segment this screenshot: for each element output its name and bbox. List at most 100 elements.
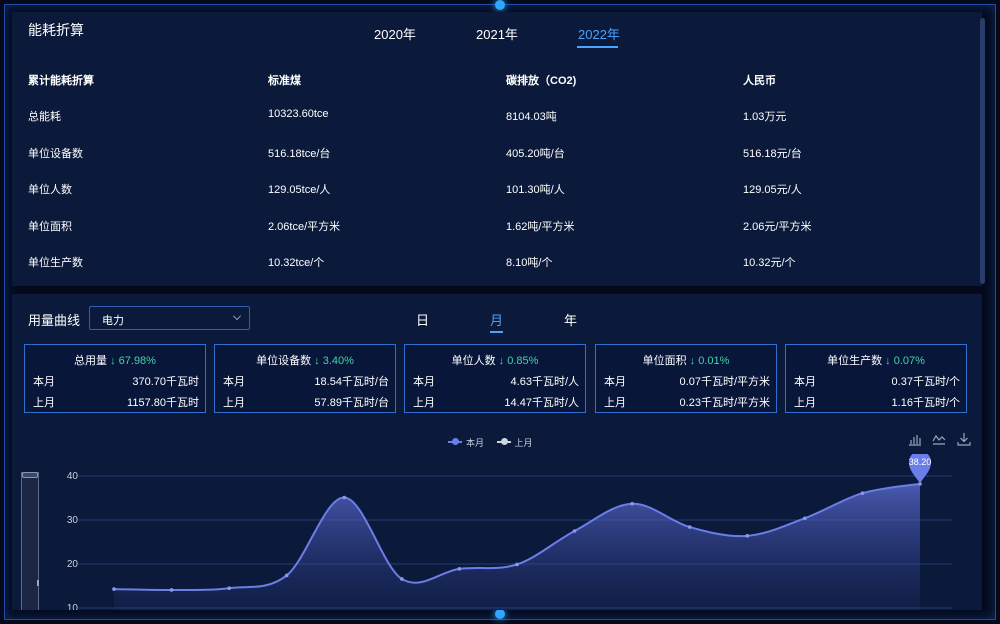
panel-title: 能耗折算 bbox=[28, 22, 84, 38]
table-cell: 516.18元/台 bbox=[743, 148, 802, 160]
current-label: 本月 bbox=[413, 376, 435, 388]
header-cell: 碳排放（CO2) bbox=[506, 75, 577, 87]
line-chart-icon[interactable] bbox=[932, 432, 946, 446]
data-point[interactable] bbox=[860, 491, 865, 495]
stat-card-per-output: 单位生产数 ↓ 0.07% 本月 0.37千瓦时/个 上月 1.16千瓦时/个 bbox=[785, 344, 967, 413]
previous-value: 1157.80千瓦时 bbox=[127, 397, 199, 409]
data-point[interactable] bbox=[400, 577, 404, 581]
tab-2022[interactable]: 2022年 bbox=[578, 24, 620, 43]
bottom-knob bbox=[495, 609, 505, 619]
stat-card-per-area: 单位面积 ↓ 0.01% 本月 0.07千瓦时/平方米 上月 0.23千瓦时/平方米 bbox=[595, 344, 777, 413]
chart-legend: 本月 上月 bbox=[448, 436, 543, 449]
header-cell: 标准煤 bbox=[268, 75, 301, 87]
table-row: 单位人数 129.05tce/人 101.30吨/人 129.05元/人 bbox=[12, 181, 982, 201]
select-value: 电力 bbox=[102, 315, 124, 327]
usage-curve-panel: 用量曲线 电力 日 月 年 总用量 ↓ 67.98% 本月 370.70千瓦时 上… bbox=[12, 294, 982, 610]
data-point[interactable] bbox=[169, 588, 174, 592]
download-icon[interactable] bbox=[957, 432, 971, 446]
vertical-scrollbar[interactable] bbox=[980, 18, 985, 284]
data-point[interactable] bbox=[112, 587, 116, 591]
current-label: 本月 bbox=[33, 376, 55, 388]
table-cell: 516.18tce/台 bbox=[268, 148, 331, 160]
table-row: 单位生产数 10.32tce/个 8.10吨/个 10.32元/个 bbox=[12, 254, 982, 274]
legend-marker bbox=[496, 438, 511, 445]
legend-previous-month[interactable]: 上月 bbox=[496, 436, 533, 449]
data-point[interactable] bbox=[572, 529, 577, 533]
table-cell: 1.62吨/平方米 bbox=[506, 221, 575, 233]
table-cell: 101.30吨/人 bbox=[506, 184, 565, 196]
table-cell: 10.32tce/个 bbox=[268, 257, 325, 269]
change-badge: ↓ 0.01% bbox=[689, 355, 730, 367]
energy-type-select[interactable]: 电力 bbox=[89, 306, 250, 330]
table-row: 单位设备数 516.18tce/台 405.20吨/台 516.18元/台 bbox=[12, 145, 982, 165]
card-title: 单位生产数 bbox=[827, 355, 883, 367]
table-cell: 8.10吨/个 bbox=[506, 257, 553, 269]
data-point[interactable] bbox=[457, 567, 462, 571]
table-row: 单位面积 2.06tce/平方米 1.62吨/平方米 2.06元/平方米 bbox=[12, 218, 982, 238]
tab-2020[interactable]: 2020年 bbox=[374, 24, 416, 43]
bar-chart-icon[interactable] bbox=[908, 432, 922, 446]
data-point[interactable] bbox=[630, 501, 634, 506]
previous-value: 1.16千瓦时/个 bbox=[891, 397, 960, 409]
usage-curve-label: 用量曲线 bbox=[28, 313, 81, 328]
stat-card-per-device: 单位设备数 ↓ 3.40% 本月 18.54千瓦时/台 上月 57.89千瓦时/台 bbox=[214, 344, 396, 413]
data-point[interactable] bbox=[803, 516, 807, 521]
previous-label: 上月 bbox=[413, 397, 435, 409]
change-badge: ↓ 0.07% bbox=[885, 355, 925, 367]
change-badge: ↓ 67.98% bbox=[110, 355, 156, 367]
tab-month[interactable]: 月 bbox=[490, 310, 503, 329]
table-header: 累计能耗折算 标准煤 碳排放（CO2) 人民币 bbox=[12, 72, 982, 92]
previous-value: 57.89千瓦时/台 bbox=[314, 397, 389, 409]
table-cell: 10323.60tce bbox=[268, 108, 329, 120]
header-cell: 人民币 bbox=[743, 75, 776, 87]
previous-label: 上月 bbox=[604, 397, 626, 409]
top-knob bbox=[495, 0, 505, 10]
card-title: 总用量 bbox=[74, 355, 108, 367]
current-label: 本月 bbox=[794, 376, 816, 388]
table-cell: 2.06元/平方米 bbox=[743, 221, 812, 233]
table-cell: 单位设备数 bbox=[28, 148, 83, 160]
max-pin-label: 38.20 bbox=[909, 457, 932, 467]
y-tick-label: 30 bbox=[67, 515, 79, 526]
tab-day[interactable]: 日 bbox=[416, 310, 429, 329]
data-point[interactable] bbox=[227, 586, 231, 590]
table-cell: 单位人数 bbox=[28, 184, 72, 196]
card-title: 单位设备数 bbox=[256, 355, 312, 367]
active-tab-underline bbox=[577, 46, 618, 48]
data-point[interactable] bbox=[745, 534, 750, 538]
stat-card-total: 总用量 ↓ 67.98% 本月 370.70千瓦时 上月 1157.80千瓦时 bbox=[24, 344, 206, 413]
data-point[interactable] bbox=[284, 573, 289, 578]
chevron-down-icon bbox=[233, 312, 241, 320]
y-tick-label: 10 bbox=[67, 603, 79, 610]
tab-2021[interactable]: 2021年 bbox=[476, 24, 518, 43]
table-cell: 10.32元/个 bbox=[743, 257, 796, 269]
previous-value: 14.47千瓦时/人 bbox=[504, 397, 579, 409]
legend-current-month[interactable]: 本月 bbox=[448, 436, 484, 449]
header-cell: 累计能耗折算 bbox=[28, 75, 94, 87]
previous-label: 上月 bbox=[223, 397, 245, 409]
table-cell: 405.20吨/台 bbox=[506, 148, 565, 160]
table-cell: 总能耗 bbox=[28, 111, 61, 123]
legend-label: 本月 bbox=[466, 438, 485, 448]
data-point[interactable] bbox=[342, 495, 347, 500]
previous-label: 上月 bbox=[33, 397, 55, 409]
chart-toolbox bbox=[908, 432, 977, 451]
data-point[interactable] bbox=[687, 525, 692, 529]
previous-label: 上月 bbox=[794, 397, 816, 409]
current-value: 4.63千瓦时/人 bbox=[510, 376, 579, 388]
series-area-current-month bbox=[114, 483, 920, 610]
current-value: 18.54千瓦时/台 bbox=[314, 376, 389, 388]
tab-year[interactable]: 年 bbox=[564, 310, 577, 329]
current-value: 0.37千瓦时/个 bbox=[891, 376, 960, 388]
legend-marker bbox=[448, 438, 462, 445]
data-point[interactable] bbox=[515, 562, 519, 567]
table-cell: 129.05元/人 bbox=[743, 184, 802, 196]
current-value: 370.70千瓦时 bbox=[132, 376, 199, 388]
current-label: 本月 bbox=[223, 376, 245, 388]
usage-area-chart: 40 30 20 10 38.20 bbox=[67, 454, 952, 610]
card-title: 单位面积 bbox=[642, 355, 687, 367]
table-cell: 129.05tce/人 bbox=[268, 184, 331, 196]
active-period-underline bbox=[490, 331, 503, 333]
table-row: 总能耗 10323.60tce 8104.03吨 1.03万元 bbox=[12, 108, 982, 128]
previous-value: 0.23千瓦时/平方米 bbox=[679, 397, 770, 409]
